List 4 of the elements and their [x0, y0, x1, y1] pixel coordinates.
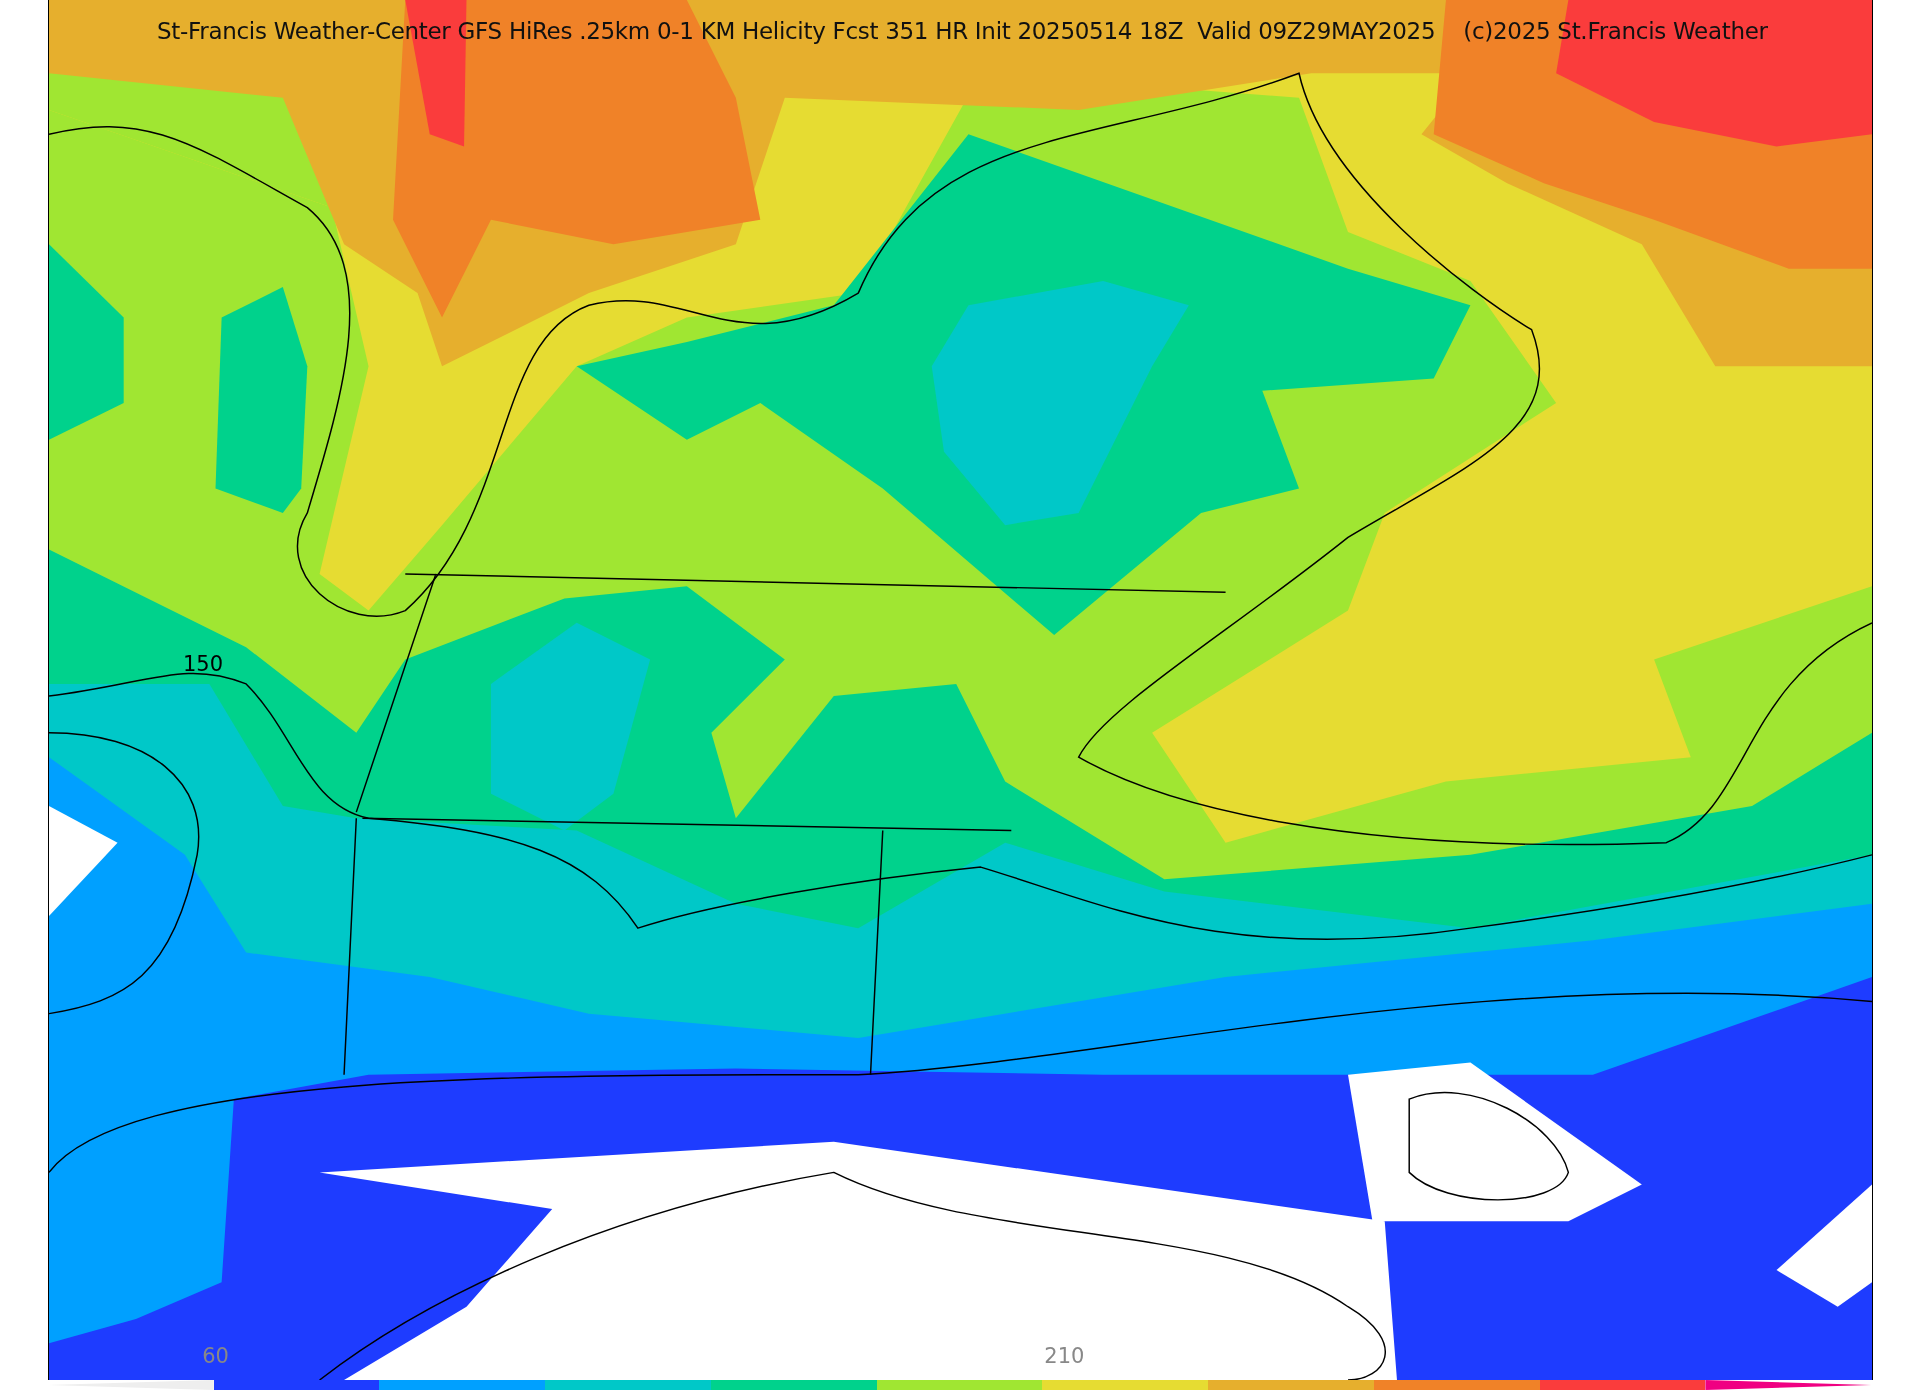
colorbar-tick-label: 210	[1044, 1344, 1085, 1368]
contour-label: 150	[183, 652, 224, 676]
colorbar-tick-label: 60	[202, 1344, 229, 1368]
map-title: St-Francis Weather-Center GFS HiRes .25km 0-1 KM Helicity Fcst 351 HR Init 20250514 18Z Valid 09Z29MAY2025 (c)2025 St.Francis Weather	[157, 18, 1768, 44]
